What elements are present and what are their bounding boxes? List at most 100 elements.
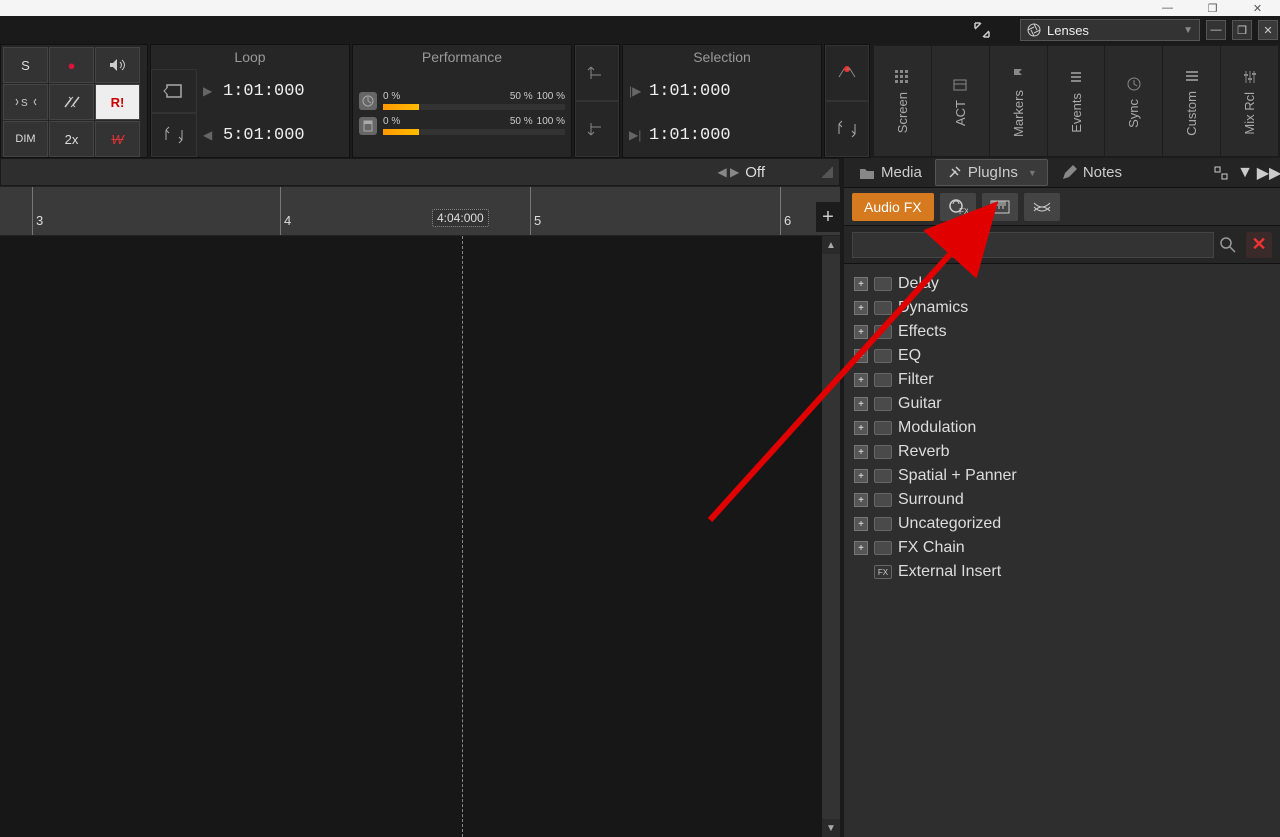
track-view[interactable]: ▲ ▼ [0,236,840,837]
tree-folder[interactable]: + Effects [848,320,1276,344]
tree-label: Delay [898,275,939,293]
tree-folder[interactable]: + Surround [848,488,1276,512]
sel-end-value[interactable]: 1:01:000 [649,126,731,145]
sel-end-row[interactable]: ▶| 1:01:000 [623,113,821,157]
window-minimize[interactable]: — [1145,0,1190,16]
filter-audio-fx[interactable]: Audio FX [852,193,934,221]
collapse-icon[interactable]: ▶▶ [1258,162,1280,184]
panel-close[interactable]: ✕ [1258,20,1278,40]
perf-cpu-row: 0 % 50 % 100 % [359,91,565,110]
tree-label: FX Chain [898,539,965,557]
tree-folder[interactable]: + Reverb [848,440,1276,464]
vtab-sync[interactable]: Sync [1105,46,1162,156]
add-track-button[interactable]: + [816,202,840,232]
filter-instruments[interactable] [982,193,1018,221]
scroll-up-icon[interactable]: ▲ [822,236,840,254]
expand-icon[interactable]: + [854,445,868,459]
expand-icon[interactable]: + [854,277,868,291]
expand-icon[interactable]: + [854,517,868,531]
expand-icon[interactable]: + [854,469,868,483]
tree-folder[interactable]: + Dynamics [848,296,1276,320]
sel-edge-top-icon[interactable] [575,45,619,101]
sel-edge-bottom-icon[interactable] [575,101,619,157]
tab-media[interactable]: Media [848,159,933,186]
punch-set-icon[interactable] [825,101,869,157]
tree-folder[interactable]: + Guitar [848,392,1276,416]
loop-start-value[interactable]: 1:01:000 [223,82,305,101]
solo-button[interactable]: S [3,47,48,83]
record-arm-button[interactable]: ● [49,47,94,83]
now-time-marker[interactable]: 4:04:000 [432,209,489,227]
tab-plugins[interactable]: PlugIns ▼ [935,159,1048,186]
plugin-filter-row: Audio FX FX [844,188,1280,226]
loop-end-value[interactable]: 5:01:000 [223,126,305,145]
vtab-markers[interactable]: Markers [990,46,1047,156]
plugin-tree[interactable]: + Delay+ Dynamics+ Effects+ EQ+ [844,264,1280,837]
loop-set-icon[interactable] [151,113,197,157]
loop-start-row[interactable]: ▶ 1:01:000 [197,69,349,113]
write-automation-button[interactable]: W [95,121,140,157]
filter-rewire[interactable] [1024,193,1060,221]
pencil-icon [1061,165,1077,181]
tree-item-external-insert[interactable]: + FX External Insert [848,560,1276,584]
tab-notes[interactable]: Notes [1050,159,1133,186]
automation-button[interactable] [49,84,94,120]
loop-toggle-icon[interactable] [151,69,197,113]
filter-midi-fx[interactable]: FX [940,193,976,221]
loop-end-row[interactable]: ◀ 5:01:000 [197,113,349,157]
reset-button[interactable]: R! [95,84,140,120]
expand-icon[interactable]: + [854,349,868,363]
snap-arrows-icon[interactable]: ◀ ▶ [717,165,739,179]
expand-icon[interactable]: + [854,397,868,411]
vtab-custom[interactable]: Custom [1163,46,1220,156]
vtab-screen[interactable]: Screen [874,46,931,156]
resize-handle-icon[interactable] [821,166,833,178]
scroll-down-icon[interactable]: ▼ [822,819,840,837]
snap-mode-label[interactable]: Off [745,164,765,181]
tree-folder[interactable]: + Uncategorized [848,512,1276,536]
expand-icon[interactable]: + [854,325,868,339]
punch-module [824,44,870,158]
tree-label: Reverb [898,443,950,461]
chevron-down-icon[interactable]: ▼ [1028,168,1037,178]
scrollbar-track[interactable] [822,254,840,819]
dim-button[interactable]: DIM [3,121,48,157]
folder-icon [874,325,892,339]
panel-minimize[interactable]: — [1206,20,1226,40]
expand-icon[interactable]: + [854,301,868,315]
punch-rec-icon[interactable] [825,45,869,101]
tree-folder[interactable]: + FX Chain [848,536,1276,560]
folder-icon [874,397,892,411]
clear-search-icon[interactable]: ✕ [1246,232,1272,258]
tree-folder[interactable]: + Modulation [848,416,1276,440]
audio-engine-button[interactable] [95,47,140,83]
expand-icon[interactable]: + [854,541,868,555]
tree-folder[interactable]: + Delay [848,272,1276,296]
x2-button[interactable]: 2x [49,121,94,157]
solo-exclusive-button[interactable]: S [3,84,48,120]
expand-down-icon[interactable]: ▼ [1234,162,1256,184]
fullscreen-icon[interactable] [970,18,994,42]
vtab-events[interactable]: Events [1048,46,1105,156]
tree-folder[interactable]: + Filter [848,368,1276,392]
dock-icon[interactable] [1210,162,1232,184]
expand-icon[interactable]: + [854,373,868,387]
search-icon[interactable] [1220,237,1240,253]
window-close[interactable]: ✕ [1235,0,1280,16]
window-restore[interactable]: ❐ [1190,0,1235,16]
expand-icon[interactable]: + [854,421,868,435]
vtab-mixrecall[interactable]: Mix Rcl [1221,46,1278,156]
loop-start-marker-icon: ▶ [203,84,223,98]
sel-start-value[interactable]: 1:01:000 [649,82,731,101]
folder-icon [859,166,875,180]
lenses-dropdown[interactable]: Lenses ▼ [1020,19,1200,41]
tree-folder[interactable]: + EQ [848,344,1276,368]
timeline-ruler[interactable]: 4:04:000 3456 [0,186,840,236]
vtab-act[interactable]: ACT [932,46,989,156]
plugin-search-input[interactable] [852,232,1214,258]
vertical-scrollbar[interactable]: ▲ ▼ [822,236,840,837]
panel-restore[interactable]: ❐ [1232,20,1252,40]
sel-start-row[interactable]: |▶ 1:01:000 [623,69,821,113]
expand-icon[interactable]: + [854,493,868,507]
tree-folder[interactable]: + Spatial + Panner [848,464,1276,488]
